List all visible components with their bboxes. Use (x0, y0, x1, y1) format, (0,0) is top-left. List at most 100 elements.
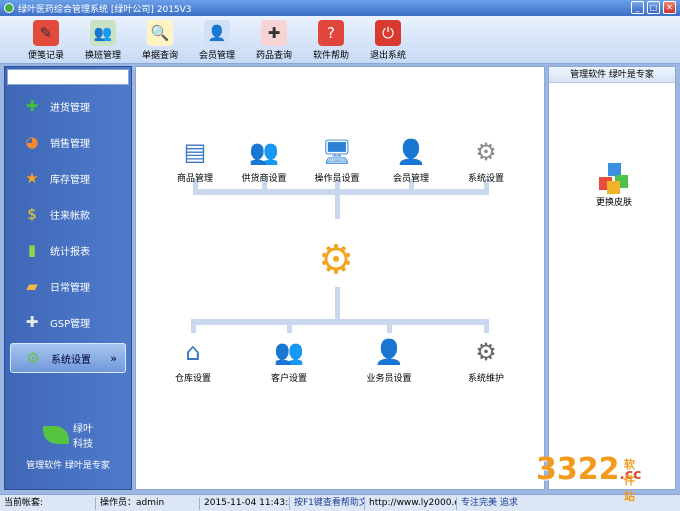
status-account-label: 当前帐套: (4, 497, 44, 508)
search-icon: 🔍 (147, 20, 173, 46)
main-toolbar: ✎ 便笺记录 👥 换班管理 🔍 单据查询 👤 会员管理 ✚ 药品查询? 软件帮助 ⏻ 退出系统 (0, 16, 680, 64)
right-panel: 管理软件 绿叶是专家 更换皮肤 (548, 66, 676, 490)
notepad-icon: ✎ (33, 20, 59, 46)
connector-bottom-drop (484, 319, 489, 333)
module-system-settings[interactable]: ⚙ 系统设置 (451, 135, 521, 184)
operator-icon: 🖥 (321, 138, 353, 166)
module-operator[interactable]: 🖥 操作员设置 (302, 135, 372, 184)
watermark-number: 3322 (536, 452, 620, 487)
status-operator: 操作员：admin (96, 496, 200, 510)
main-panel: ⚙ ▤ 商品管理 👥 供货商设置 🖥 操作员设置 👤 会员管理 ⚙ 系统设置 ⌂ 仓库设置 👥 客户设置 👤… (135, 66, 545, 490)
toolbar-button-power[interactable]: ⏻ 退出系统 (360, 16, 416, 62)
status-website[interactable]: http://www.ly2000.cn/ (365, 496, 457, 510)
module-member[interactable]: 👤 会员管理 (376, 135, 446, 184)
module-label: 业务员设置 (366, 374, 412, 384)
module-label: 仓库设置 (174, 374, 211, 384)
connector-bottom-bar (191, 319, 489, 325)
module-goods[interactable]: ▤ 商品管理 (160, 135, 230, 184)
sidebar-item-dollar[interactable]: $ 往来帐款 (10, 199, 126, 229)
connector-center-bottom (335, 287, 340, 319)
toolbar-button-search[interactable]: 🔍 单据查询 (132, 16, 188, 62)
brand-name-line1: 绿叶 (73, 424, 93, 435)
connector-bottom-drop (387, 319, 392, 333)
toolbar-button-notepad[interactable]: ✎ 便笺记录 (18, 16, 74, 62)
goods-icon: ▤ (183, 138, 207, 166)
customer-icon: 👥 (274, 338, 304, 366)
sidebar-item-label: 库存管理 (50, 174, 90, 186)
toolbar-button-label: 单据查询 (141, 51, 178, 61)
piechart-icon: ◕ (25, 133, 39, 151)
sidebar-item-medkit[interactable]: ✚ GSP管理 (10, 307, 126, 337)
sidebar-item-gear[interactable]: ⚙ 系统设置 » (10, 343, 126, 373)
module-maintenance[interactable]: ⚙ 系统维护 (451, 335, 521, 384)
gears-icon: ⚙ (318, 237, 354, 283)
watermark-tag: 软件站 (624, 458, 635, 503)
gear-icon: ⚙ (26, 349, 40, 367)
toolbar-button-medicine[interactable]: ✚ 药品查询 (246, 16, 302, 62)
medkit-icon: ✚ (25, 313, 39, 331)
leaf-logo-icon (43, 426, 69, 444)
status-account: 当前帐套: (0, 496, 96, 510)
app-logo-icon (4, 3, 14, 13)
window-controls: _ □ ✕ (631, 1, 676, 14)
module-customer[interactable]: 👥 客户设置 (254, 335, 324, 384)
brand-name: 绿叶 科技 (73, 420, 93, 450)
toolbar-button-label: 换班管理 (84, 51, 121, 61)
toolbar-button-member[interactable]: 👤 会员管理 (189, 16, 245, 62)
close-button[interactable]: ✕ (663, 1, 676, 14)
module-label: 会员管理 (392, 174, 429, 184)
maintenance-icon: ⚙ (475, 338, 497, 366)
module-label: 客户设置 (270, 374, 307, 384)
module-label: 商品管理 (176, 174, 213, 184)
title-bar: 绿叶医药综合管理系统 [绿叶公司] 2015V3 _ □ ✕ (0, 0, 680, 16)
toolbar-button-help[interactable]: ? 软件帮助 (303, 16, 359, 62)
sidebar-item-piechart[interactable]: ◕ 销售管理 (10, 127, 126, 157)
sidebar-item-star[interactable]: ★ 库存管理 (10, 163, 126, 193)
plus-icon: ✚ (25, 97, 39, 115)
window-title: 绿叶医药综合管理系统 [绿叶公司] 2015V3 (18, 4, 192, 15)
toolbar-button-label: 软件帮助 (312, 51, 349, 61)
users-icon: 👥 (90, 20, 116, 46)
sidebar-header (7, 69, 129, 85)
minimize-button[interactable]: _ (631, 1, 644, 14)
expand-arrow-icon: » (110, 351, 117, 365)
sidebar-menu: ✚ 进货管理 ◕ 销售管理 ★ 库存管理 $ 往来帐款 ▮ 统计报表 ▰ 日常管理 ✚ GSP管理 ⚙ 系统设… (5, 91, 131, 373)
module-label: 供货商设置 (241, 174, 287, 184)
toolbar-button-label: 药品查询 (255, 51, 292, 61)
module-supplier[interactable]: 👥 供货商设置 (229, 135, 299, 184)
help-icon: ? (318, 20, 344, 46)
power-icon: ⏻ (375, 20, 401, 46)
sidebar-item-label: 往来帐款 (50, 210, 90, 222)
connector-top-bar (193, 189, 489, 195)
toolbar-button-label: 退出系统 (369, 51, 406, 61)
change-skin-button[interactable]: 更换皮肤 (589, 163, 639, 208)
sidebar-item-folder[interactable]: ▰ 日常管理 (10, 271, 126, 301)
sidebar-item-label: 日常管理 (50, 282, 90, 294)
maximize-button[interactable]: □ (647, 1, 660, 14)
salesman-icon: 👤 (374, 338, 404, 366)
star-icon: ★ (25, 169, 39, 187)
status-motto: 专注完美 追求 (461, 497, 518, 508)
sidebar-item-label: 统计报表 (50, 246, 90, 258)
module-warehouse[interactable]: ⌂ 仓库设置 (158, 335, 228, 384)
module-label: 系统维护 (467, 374, 504, 384)
toolbar-button-users[interactable]: 👥 换班管理 (75, 16, 131, 62)
brand-slogan: 管理软件 绿叶是专家 (26, 461, 110, 471)
barchart-icon: ▮ (27, 241, 37, 259)
connector-center-top (335, 179, 340, 219)
brand-name-line2: 科技 (73, 439, 93, 450)
status-hint: 按F1键查看帮助文档 (290, 496, 365, 510)
brand-logo: 绿叶 科技 (5, 420, 131, 450)
sidebar-item-plus[interactable]: ✚ 进货管理 (10, 91, 126, 121)
sidebar: ✚ 进货管理 ◕ 销售管理 ★ 库存管理 $ 往来帐款 ▮ 统计报表 ▰ 日常管理 ✚ GSP管理 ⚙ 系统设… (4, 66, 132, 490)
supplier-icon: 👥 (249, 138, 279, 166)
system-settings-icon: ⚙ (475, 138, 497, 166)
sidebar-item-barchart[interactable]: ▮ 统计报表 (10, 235, 126, 265)
site-watermark: 3322.cc 软件站 (536, 452, 641, 503)
status-bar: 当前帐套: 操作员：admin 2015-11-04 11:43:25 按F1键… (0, 494, 680, 511)
sidebar-item-label: GSP管理 (50, 318, 91, 330)
change-skin-label: 更换皮肤 (595, 198, 632, 208)
dollar-icon: $ (27, 205, 37, 223)
module-salesman[interactable]: 👤 业务员设置 (354, 335, 424, 384)
status-datetime: 2015-11-04 11:43:25 (200, 496, 290, 510)
